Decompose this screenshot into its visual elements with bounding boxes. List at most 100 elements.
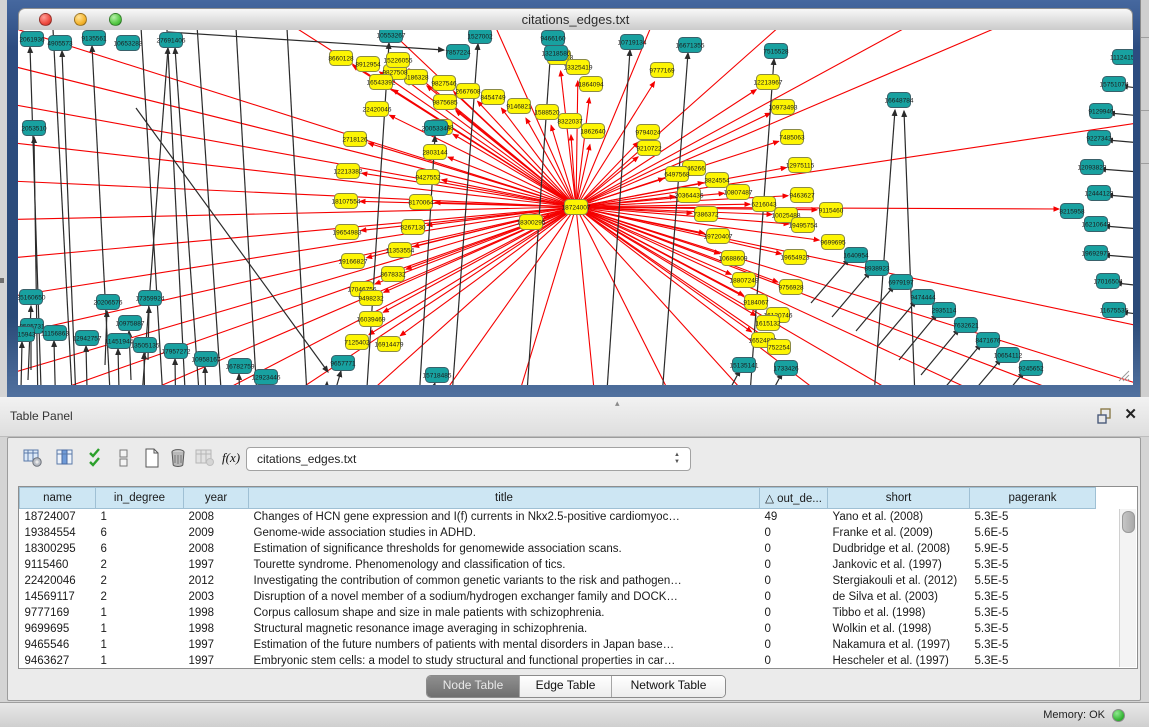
network-node[interactable]: 2803144 [422, 145, 448, 160]
table-cell[interactable]: 5.9E-5 [970, 541, 1096, 557]
network-node[interactable]: 19495754 [789, 218, 818, 233]
table-cell[interactable]: 9699695 [20, 621, 96, 637]
table-row[interactable]: 946554611997Estimation of the future num… [20, 637, 1096, 653]
show-columns-button[interactable] [52, 445, 78, 471]
table-cell[interactable]: 0 [760, 573, 828, 589]
delete-column-button[interactable] [165, 445, 191, 471]
network-node[interactable]: 19654983 [333, 225, 362, 240]
network-node[interactable]: 10553267 [377, 30, 406, 43]
network-node[interactable]: 8267130 [400, 220, 426, 235]
citation-edge[interactable] [856, 286, 894, 331]
network-node[interactable]: 8660128 [328, 51, 354, 66]
network-node[interactable]: 3824554 [704, 173, 730, 188]
citation-edge[interactable] [18, 30, 576, 207]
table-cell[interactable]: Investigating the contribution of common… [249, 573, 760, 589]
table-cell[interactable]: 1997 [184, 653, 249, 669]
network-node[interactable]: 13218586 [542, 46, 571, 61]
network-node[interactable]: 9146821 [506, 99, 532, 114]
network-node[interactable]: 9227342 [1086, 131, 1112, 146]
row-height-button[interactable] [111, 445, 137, 471]
network-node[interactable]: 6979197 [888, 275, 914, 290]
network-node[interactable]: 9466160 [540, 31, 566, 46]
citation-edge[interactable] [832, 272, 870, 317]
citation-edge[interactable] [986, 372, 1024, 385]
table-cell[interactable]: Tibbo et al. (1998) [828, 605, 970, 621]
table-cell[interactable]: Genome-wide association studies in ADHD. [249, 525, 760, 541]
network-node[interactable]: 4905573 [47, 36, 73, 51]
table-cell[interactable]: 1 [96, 653, 184, 669]
memory-ok-indicator[interactable] [1112, 709, 1125, 722]
table-row[interactable]: 1456911722003Disruption of a novel membe… [20, 589, 1096, 605]
table-cell[interactable]: Corpus callosum shape and size in male p… [249, 605, 760, 621]
network-node[interactable]: 16039469 [357, 312, 386, 327]
table-cell[interactable]: Disruption of a novel member of a sodium… [249, 589, 760, 605]
network-node[interactable]: 12213967 [754, 75, 783, 90]
network-node[interactable]: 20206576 [94, 295, 123, 310]
selector-stepper-icon[interactable]: ▲▼ [674, 452, 680, 466]
table-cell[interactable]: Jankovic et al. (1997) [828, 557, 970, 573]
table-cell[interactable]: 9463627 [20, 653, 96, 669]
network-node[interactable]: 9135561 [81, 31, 107, 46]
network-node[interactable]: 8678332 [380, 267, 406, 282]
table-cell[interactable]: 1 [96, 509, 184, 526]
select-all-button[interactable] [84, 445, 110, 471]
table-cell[interactable]: 2009 [184, 525, 249, 541]
network-node[interactable]: 1527002 [467, 30, 493, 44]
network-node[interactable]: 17359924 [136, 291, 165, 306]
network-node[interactable]: 10975887 [116, 316, 145, 331]
table-cell[interactable]: 0 [760, 605, 828, 621]
citation-edge[interactable] [318, 371, 341, 385]
network-node[interactable]: 15751074 [1100, 77, 1129, 92]
table-row[interactable]: 1830029562008Estimation of significance … [20, 541, 1096, 557]
table-cell[interactable]: 5.3E-5 [970, 621, 1096, 637]
import-table-button[interactable] [192, 445, 218, 471]
table-cell[interactable]: 19384554 [20, 525, 96, 541]
citation-edge[interactable] [576, 30, 1038, 207]
network-node[interactable]: 19692971 [1082, 246, 1111, 261]
table-row[interactable]: 911546021997Tourette syndrome. Phenomeno… [20, 557, 1096, 573]
network-node[interactable]: 7515528 [763, 44, 789, 59]
network-node[interactable]: 12093822 [1078, 160, 1107, 175]
network-node[interactable]: 18724007 [562, 200, 591, 215]
network-node[interactable]: 25160650 [18, 290, 46, 305]
table-cell[interactable]: Hescheler et al. (1997) [828, 653, 970, 669]
table-cell[interactable]: 14569117 [20, 589, 96, 605]
network-node[interactable]: 9115460 [819, 203, 844, 218]
table-cell[interactable]: 5.3E-5 [970, 557, 1096, 573]
table-cell[interactable]: 2 [96, 573, 184, 589]
network-node[interactable]: 19720407 [704, 229, 733, 244]
network-canvas[interactable]: 1872400718300295115245031332541918640949… [18, 30, 1133, 385]
table-mode-button[interactable] [20, 445, 46, 471]
citation-edge[interactable] [576, 81, 578, 207]
network-node[interactable]: 9245652 [1018, 361, 1044, 376]
citation-edge[interactable] [576, 207, 778, 282]
citation-edge[interactable] [576, 207, 598, 385]
network-node[interactable]: 16543392 [367, 75, 396, 90]
network-node[interactable]: 15718485 [423, 368, 452, 383]
network-node[interactable]: 8170064 [408, 195, 434, 210]
column-header-year[interactable]: year [184, 488, 249, 509]
table-cell[interactable]: 0 [760, 541, 828, 557]
network-node[interactable]: 9463627 [789, 188, 815, 203]
network-node[interactable]: 9794024 [635, 125, 661, 140]
network-node[interactable]: 13505135 [131, 338, 160, 353]
table-cell[interactable]: 5.6E-5 [970, 525, 1096, 541]
table-cell[interactable]: Embryonic stem cells: a model to study s… [249, 653, 760, 669]
network-node[interactable]: 15226055 [384, 53, 413, 68]
table-cell[interactable]: 6 [96, 525, 184, 541]
network-node[interactable]: 12213382 [334, 164, 363, 179]
network-node[interactable]: 8912954 [355, 57, 381, 72]
network-node[interactable]: 11156863 [41, 326, 69, 341]
table-cell[interactable]: Wolkin et al. (1998) [828, 621, 970, 637]
table-row[interactable]: 946362711997Embryonic stem cells: a mode… [20, 653, 1096, 669]
network-selector[interactable]: citations_edges.txt ▲▼ [246, 447, 691, 471]
network-node[interactable]: 8938923 [864, 261, 890, 276]
resize-grip-icon[interactable] [1115, 367, 1131, 383]
table-cell[interactable]: Estimation of significance thresholds fo… [249, 541, 760, 557]
network-node[interactable]: 9827546 [431, 76, 457, 91]
network-node[interactable]: 10807487 [724, 185, 753, 200]
table-cell[interactable]: 5.3E-5 [970, 605, 1096, 621]
citation-edge[interactable] [175, 359, 176, 385]
table-row[interactable]: 2242004622012Investigating the contribut… [20, 573, 1096, 589]
network-node[interactable]: 3915943 [18, 327, 36, 342]
